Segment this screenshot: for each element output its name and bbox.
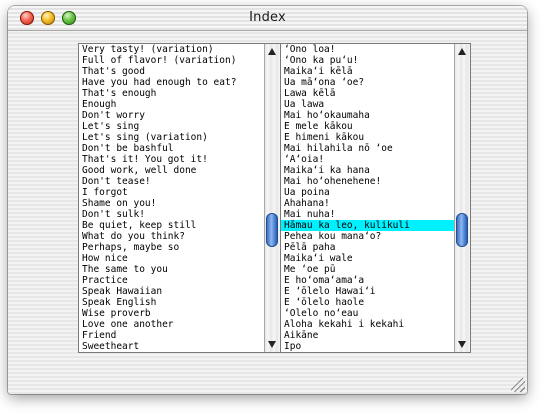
list-item[interactable]: Speak English [79, 297, 264, 308]
list-item[interactable]: What do you think? [79, 231, 264, 242]
hawaiian-scrollbar[interactable] [454, 44, 470, 352]
list-item[interactable]: E ‘ōlelo haole [281, 297, 454, 308]
resize-grip-icon[interactable] [511, 378, 525, 392]
list-item[interactable]: Aikāne [281, 330, 454, 341]
title-bar[interactable]: Index [8, 6, 527, 31]
list-item[interactable]: Pēlā paha [281, 242, 454, 253]
list-item[interactable]: Don't sulk! [79, 209, 264, 220]
list-item[interactable]: That's good [79, 66, 264, 77]
list-item[interactable]: ‘Olelo no‘eau [281, 308, 454, 319]
list-item[interactable]: Good work, well done [79, 165, 264, 176]
list-item[interactable]: Ua poina [281, 187, 454, 198]
list-item[interactable]: That's enough [79, 88, 264, 99]
list-item[interactable]: E mele kākou [281, 121, 454, 132]
list-item[interactable]: Don't worry [79, 110, 264, 121]
list-item[interactable]: Ipo [281, 341, 454, 352]
up-arrow-icon[interactable] [458, 48, 466, 55]
list-item[interactable]: Don't be bashful [79, 143, 264, 154]
list-item[interactable]: Very tasty! (variation) [79, 44, 264, 55]
list-item-selected[interactable]: Hāmau ka leo, kulikuli [281, 220, 454, 231]
list-item[interactable]: Love one another [79, 319, 264, 330]
list-item[interactable]: Ahahana! [281, 198, 454, 209]
list-item[interactable]: Perhaps, maybe so [79, 242, 264, 253]
hawaiian-scroll-thumb[interactable] [456, 213, 468, 247]
english-items: Very tasty! (variation) Full of flavor! (… [79, 44, 264, 352]
hawaiian-items: ‘Ono loa! ‘Ono ka pu‘u! Maika‘i kēlā Ua mā‘… [281, 44, 454, 352]
list-item[interactable]: Shame on you! [79, 198, 264, 209]
list-item[interactable]: Pehea kou mana‘o? [281, 231, 454, 242]
list-item[interactable]: Sweetheart [79, 341, 264, 352]
list-item[interactable]: Ua lawa [281, 99, 454, 110]
list-item[interactable]: Maika‘i kēlā [281, 66, 454, 77]
list-item[interactable]: Be quiet, keep still [79, 220, 264, 231]
index-window: Index Very tasty! (variation) Full of fla… [8, 6, 527, 394]
up-arrow-icon[interactable] [268, 48, 276, 55]
list-item[interactable]: Aloha kekahi i kekahi [281, 319, 454, 330]
list-item[interactable]: Practice [79, 275, 264, 286]
list-item[interactable]: How nice [79, 253, 264, 264]
list-item[interactable]: That's it! You got it! [79, 154, 264, 165]
english-scroll-thumb[interactable] [266, 213, 278, 247]
list-item[interactable]: Friend [79, 330, 264, 341]
list-item[interactable]: Mai hilahila nō ‘oe [281, 143, 454, 154]
list-item[interactable]: Have you had enough to eat? [79, 77, 264, 88]
list-item[interactable]: ‘Ono loa! [281, 44, 454, 55]
list-item[interactable]: Mai nuha! [281, 209, 454, 220]
list-item[interactable]: Full of flavor! (variation) [79, 55, 264, 66]
list-item[interactable]: Maika‘i wale [281, 253, 454, 264]
list-item[interactable]: Enough [79, 99, 264, 110]
list-item[interactable]: Let's sing [79, 121, 264, 132]
list-item[interactable]: The same to you [79, 264, 264, 275]
english-scrollbar[interactable] [264, 44, 280, 352]
down-arrow-icon[interactable] [458, 341, 466, 348]
window-title: Index [249, 10, 286, 25]
list-item[interactable]: Ua mā‘ona ‘oe? [281, 77, 454, 88]
list-item[interactable]: Wise proverb [79, 308, 264, 319]
list-item[interactable]: Maika‘i ka hana [281, 165, 454, 176]
list-item[interactable]: ‘Ono ka pu‘u! [281, 55, 454, 66]
list-item[interactable]: Speak Hawaiian [79, 286, 264, 297]
list-item[interactable]: E himeni kākou [281, 132, 454, 143]
list-item[interactable]: Lawa kēlā [281, 88, 454, 99]
english-phrase-list[interactable]: Very tasty! (variation) Full of flavor! (… [78, 43, 281, 353]
down-arrow-icon[interactable] [268, 341, 276, 348]
list-item[interactable]: I forgot [79, 187, 264, 198]
list-item[interactable]: Don't tease! [79, 176, 264, 187]
list-item[interactable]: Let's sing (variation) [79, 132, 264, 143]
list-item[interactable]: ‘A‘oia! [281, 154, 454, 165]
list-item[interactable]: E ‘ōlelo Hawai‘i [281, 286, 454, 297]
list-item[interactable]: Me ‘oe pū [281, 264, 454, 275]
list-item[interactable]: E ho‘oma‘ama‘a [281, 275, 454, 286]
hawaiian-phrase-list[interactable]: ‘Ono loa! ‘Ono ka pu‘u! Maika‘i kēlā Ua mā‘… [280, 43, 471, 353]
list-item[interactable]: Mai ho‘okaumaha [281, 110, 454, 121]
list-item[interactable]: Mai ho‘ohenehene! [281, 176, 454, 187]
